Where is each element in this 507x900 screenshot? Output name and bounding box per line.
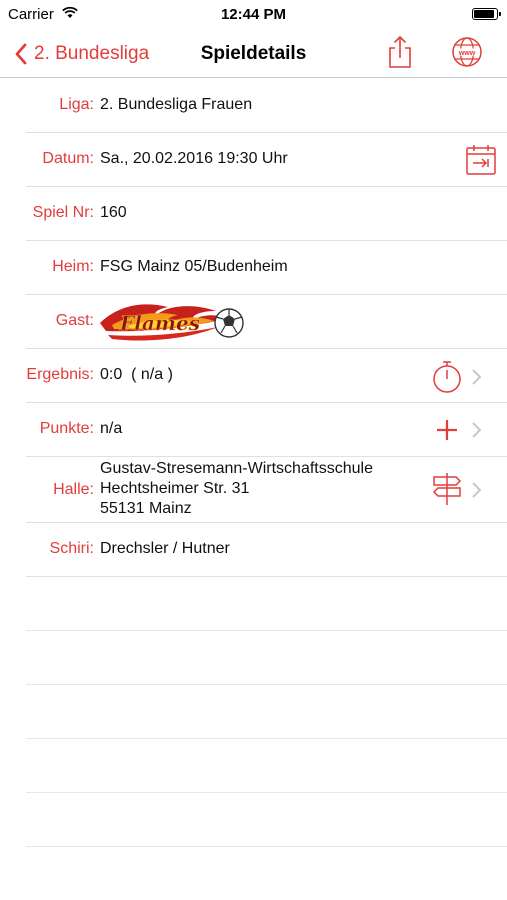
navigation-bar: 2. Bundesliga Spieldetails www xyxy=(0,30,507,78)
row-liga: Liga: 2. Bundesliga Frauen xyxy=(0,79,507,133)
back-button[interactable]: 2. Bundesliga xyxy=(14,39,149,69)
row-spiel-nr: Spiel Nr: 160 xyxy=(0,187,507,241)
row-separator xyxy=(26,576,507,577)
halle-street: Hechtsheimer Str. 31 xyxy=(100,480,250,497)
empty-row-separator xyxy=(26,738,507,739)
heim-value: FSG Mainz 05/Budenheim xyxy=(100,258,288,275)
add-points-button[interactable] xyxy=(434,417,460,448)
gast-logo-text: Flames xyxy=(119,311,200,335)
spiel-nr-label: Spiel Nr: xyxy=(32,204,94,221)
gast-team-logo: Flames xyxy=(98,299,248,350)
empty-row-separator xyxy=(26,684,507,685)
share-icon xyxy=(389,36,411,68)
heim-label: Heim: xyxy=(52,258,94,275)
liga-value: 2. Bundesliga Frauen xyxy=(100,96,253,113)
datum-value: Sa., 20.02.2016 19:30 Uhr xyxy=(100,150,288,167)
status-bar: Carrier 12:44 PM xyxy=(0,0,507,30)
liga-label: Liga: xyxy=(59,96,94,113)
halle-label: Halle: xyxy=(53,481,94,498)
website-button[interactable]: www xyxy=(449,34,485,75)
chevron-left-icon xyxy=(15,43,27,65)
halle-address: Gustav-Stresemann-Wirtschaftsschule Hech… xyxy=(100,459,373,519)
live-ticker-button[interactable] xyxy=(430,359,464,400)
globe-icon: www xyxy=(452,37,482,67)
battery-icon xyxy=(472,8,501,20)
share-button[interactable] xyxy=(386,34,414,75)
svg-text:www: www xyxy=(458,50,476,57)
chevron-right-icon xyxy=(472,369,482,385)
row-datum: Datum: Sa., 20.02.2016 19:30 Uhr xyxy=(0,133,507,187)
row-schiri: Schiri: Drechsler / Hutner xyxy=(0,523,507,577)
datum-label: Datum: xyxy=(42,150,94,167)
row-gast: Gast: Flames xyxy=(0,295,507,349)
chevron-right-icon xyxy=(472,482,482,498)
row-heim: Heim: FSG Mainz 05/Budenheim xyxy=(0,241,507,295)
punkte-label: Punkte: xyxy=(39,420,94,437)
empty-row-separator xyxy=(26,792,507,793)
signpost-icon xyxy=(432,473,462,505)
schiri-value: Drechsler / Hutner xyxy=(100,540,230,557)
ergebnis-label: Ergebnis: xyxy=(26,366,94,383)
row-punkte[interactable]: Punkte: n/a xyxy=(0,403,507,457)
punkte-value: n/a xyxy=(100,420,123,437)
row-ergebnis[interactable]: Ergebnis: 0:0 ( n/a ) xyxy=(0,349,507,403)
schiri-label: Schiri: xyxy=(49,540,94,557)
spiel-nr-value: 160 xyxy=(100,204,127,221)
empty-row-separator xyxy=(26,630,507,631)
directions-button[interactable] xyxy=(430,471,464,512)
add-to-calendar-button[interactable] xyxy=(464,143,498,182)
back-button-label: 2. Bundesliga xyxy=(34,43,150,64)
gast-label: Gast: xyxy=(55,312,94,329)
halle-name: Gustav-Stresemann-Wirtschaftsschule xyxy=(100,460,373,477)
ergebnis-value: 0:0 ( n/a ) xyxy=(100,366,173,383)
stopwatch-icon xyxy=(433,361,461,393)
calendar-add-icon xyxy=(466,145,496,175)
chevron-right-icon xyxy=(472,422,482,438)
row-halle[interactable]: Halle: Gustav-Stresemann-Wirtschaftsschu… xyxy=(0,457,507,523)
clock: 12:44 PM xyxy=(220,6,287,23)
empty-row-separator xyxy=(26,846,507,847)
plus-icon xyxy=(437,420,457,440)
halle-city: 55131 Mainz xyxy=(100,500,192,517)
